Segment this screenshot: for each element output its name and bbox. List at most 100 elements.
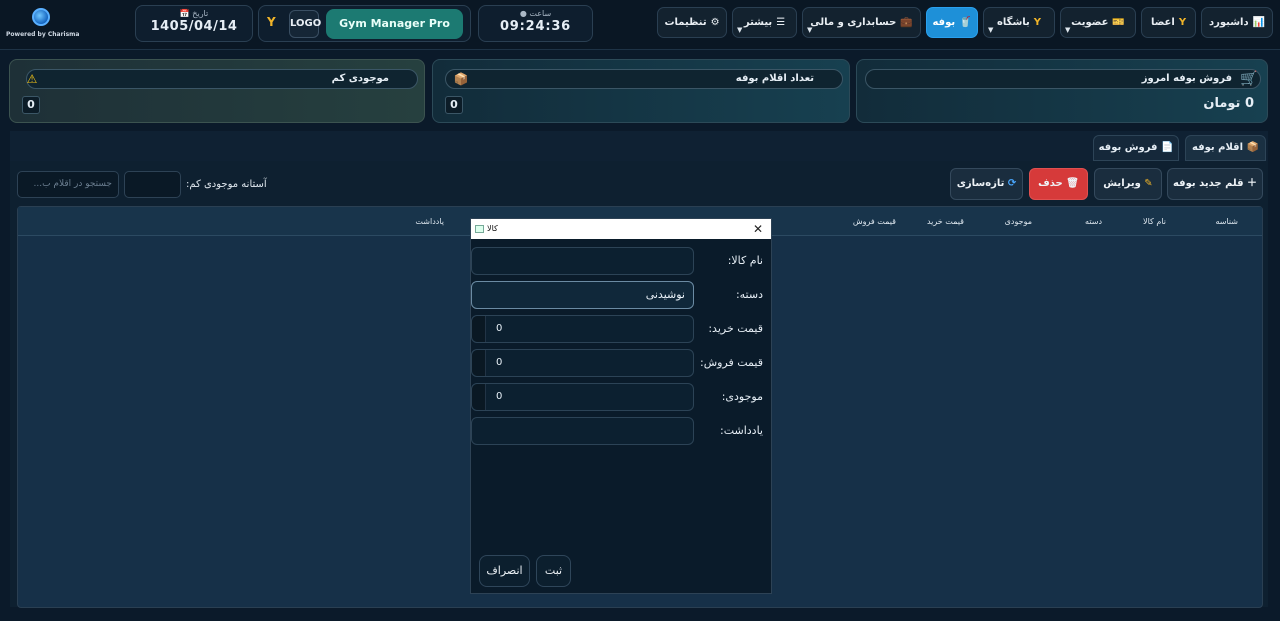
category-field[interactable]: نوشیدنی bbox=[471, 281, 694, 309]
threshold-input[interactable] bbox=[124, 171, 181, 198]
top-bar: Powered by Charisma 📅 تاریخ 1405/04/14 Y… bbox=[0, 0, 1280, 50]
column-header-note[interactable]: یادداشت bbox=[415, 217, 444, 226]
submit-button[interactable]: ثبت bbox=[536, 555, 571, 587]
nav-accounting-label: حسابداری و مالی bbox=[810, 17, 897, 28]
column-header-sell-price[interactable]: قیمت فروش bbox=[853, 217, 896, 226]
card-title: تعداد اقلام بوفه bbox=[445, 69, 843, 89]
brand-logo: Powered by Charisma bbox=[6, 6, 80, 42]
gym-emblem-icon: Y bbox=[267, 15, 276, 29]
tab-strip bbox=[10, 131, 1268, 161]
buy-price-value: 0 bbox=[496, 323, 503, 334]
field-row-sell-price: قیمت فروش: 0 bbox=[471, 349, 763, 377]
date-label: 📅 تاریخ bbox=[179, 9, 209, 18]
app-brand-box: Y LOGO Gym Manager Pro bbox=[258, 5, 471, 42]
column-header-stock[interactable]: موجودی bbox=[1005, 217, 1032, 226]
tab-items[interactable]: 📦 اقلام بوفه bbox=[1185, 135, 1266, 161]
edit-label: ویرایش bbox=[1103, 178, 1141, 189]
cup-icon: 🥤 bbox=[959, 17, 972, 28]
logo-button[interactable]: LOGO bbox=[289, 10, 321, 38]
dumbbell-icon: Y bbox=[1033, 17, 1042, 28]
gear-icon: ⚙ bbox=[710, 17, 720, 28]
delete-button[interactable]: 🗑 حذف bbox=[1029, 168, 1088, 200]
card-items-count: تعداد اقلام بوفه 📦 0 bbox=[432, 59, 850, 123]
nav-dashboard-label: داشبورد bbox=[1208, 17, 1249, 28]
field-row-note: یادداشت: bbox=[471, 417, 763, 445]
sell-price-value: 0 bbox=[496, 357, 503, 368]
search-input[interactable]: جستجو در اقلام ب... bbox=[17, 171, 119, 198]
nav-more[interactable]: ☰ بیشتر ▼ bbox=[732, 7, 797, 38]
time-value: 09:24:36 bbox=[499, 19, 572, 34]
briefcase-icon: 💼 bbox=[900, 17, 913, 28]
new-item-label: قلم جدید بوفه bbox=[1172, 178, 1244, 189]
chevron-down-icon: ▼ bbox=[807, 26, 813, 34]
field-row-name: نام کالا: bbox=[471, 247, 763, 275]
spinner-control[interactable] bbox=[472, 316, 486, 342]
pencil-icon: ✎ bbox=[1144, 178, 1153, 189]
edit-button[interactable]: ✎ ویرایش bbox=[1094, 168, 1162, 200]
nav-club[interactable]: Y باشگاه ▼ bbox=[983, 7, 1055, 38]
card-title: فروش بوفه امروز bbox=[865, 69, 1261, 89]
column-header-buy-price[interactable]: قیمت خرید bbox=[927, 217, 964, 226]
nav-buffet-label: بوفه bbox=[932, 17, 956, 28]
column-header-name[interactable]: نام کالا bbox=[1143, 217, 1166, 226]
cart-icon: 🛒 bbox=[1240, 71, 1258, 87]
card-value: 0 تومان bbox=[1203, 96, 1254, 111]
chart-icon: 📊 bbox=[1252, 17, 1266, 28]
trash-icon: 🗑 bbox=[1066, 178, 1079, 189]
nav-membership[interactable]: 🎫 عضویت ▼ bbox=[1060, 7, 1136, 38]
card-today-sales: فروش بوفه امروز 🛒 0 تومان bbox=[856, 59, 1268, 123]
sell-price-field[interactable]: 0 bbox=[471, 349, 694, 377]
globe-logo-icon bbox=[32, 8, 50, 26]
item-dialog: کالا ✕ نام کالا: دسته: نوشیدنی قیمت خرید… bbox=[470, 218, 772, 594]
name-field[interactable] bbox=[471, 247, 694, 275]
nav-buffet[interactable]: 🥤 بوفه bbox=[926, 7, 978, 38]
date-value: 1405/04/14 bbox=[150, 19, 238, 34]
date-box: 📅 تاریخ 1405/04/14 bbox=[135, 5, 253, 42]
field-row-buy-price: قیمت خرید: 0 bbox=[471, 315, 763, 343]
time-box: ● ساعت 09:24:36 bbox=[478, 5, 593, 42]
box-icon: 📦 bbox=[453, 72, 469, 86]
sell-price-label: قیمت فروش: bbox=[699, 356, 763, 369]
plus-icon: ＋ bbox=[1247, 178, 1258, 189]
nav-accounting[interactable]: 💼 حسابداری و مالی ▼ bbox=[802, 7, 921, 38]
tab-sales-label: فروش بوفه bbox=[1098, 142, 1158, 153]
card-title: موجودی کم bbox=[26, 69, 418, 89]
card-value: 0 bbox=[22, 96, 40, 114]
nav-members-label: اعضا bbox=[1150, 17, 1175, 28]
nav-settings-label: تنظیمات bbox=[664, 17, 707, 28]
nav-membership-label: عضویت bbox=[1071, 17, 1109, 28]
powered-by-text: Powered by Charisma bbox=[6, 31, 80, 38]
time-label: ● ساعت bbox=[519, 9, 552, 18]
category-label: دسته: bbox=[735, 288, 763, 301]
card-value: 0 bbox=[445, 96, 463, 114]
refresh-button[interactable]: ⟳ تازه‌سازی bbox=[950, 168, 1023, 200]
spinner-control[interactable] bbox=[472, 384, 486, 410]
buy-price-label: قیمت خرید: bbox=[708, 322, 763, 335]
column-header-category[interactable]: دسته bbox=[1085, 217, 1102, 226]
menu-icon: ☰ bbox=[776, 17, 786, 28]
threshold-label: آستانه موجودی کم: bbox=[186, 179, 267, 190]
delete-label: حذف bbox=[1038, 178, 1063, 189]
close-icon[interactable]: ✕ bbox=[753, 219, 763, 239]
refresh-icon: ⟳ bbox=[1007, 178, 1017, 189]
warning-icon: ⚠ bbox=[26, 72, 38, 86]
column-header-id[interactable]: شناسه bbox=[1215, 217, 1238, 226]
field-row-category: دسته: نوشیدنی bbox=[471, 281, 763, 309]
stock-field[interactable]: 0 bbox=[471, 383, 694, 411]
card-low-stock: موجودی کم ⚠ 0 bbox=[9, 59, 425, 123]
nav-members[interactable]: Y اعضا bbox=[1141, 7, 1196, 38]
chevron-down-icon: ▼ bbox=[1065, 26, 1071, 34]
spinner-control[interactable] bbox=[472, 350, 486, 376]
new-item-button[interactable]: ＋ قلم جدید بوفه bbox=[1167, 168, 1263, 200]
note-field[interactable] bbox=[471, 417, 694, 445]
chevron-down-icon: ▼ bbox=[988, 26, 994, 34]
tab-sales[interactable]: 📄 فروش بوفه bbox=[1093, 135, 1179, 161]
dumbbell-icon: Y bbox=[1178, 17, 1187, 28]
nav-dashboard[interactable]: 📊 داشبورد bbox=[1201, 7, 1273, 38]
nav-settings[interactable]: ⚙ تنظیمات bbox=[657, 7, 727, 38]
cancel-button[interactable]: انصراف bbox=[479, 555, 530, 587]
buy-price-field[interactable]: 0 bbox=[471, 315, 694, 343]
nav-club-label: باشگاه bbox=[996, 17, 1030, 28]
app-name-button[interactable]: Gym Manager Pro bbox=[326, 9, 463, 39]
chevron-down-icon: ▼ bbox=[737, 26, 743, 34]
